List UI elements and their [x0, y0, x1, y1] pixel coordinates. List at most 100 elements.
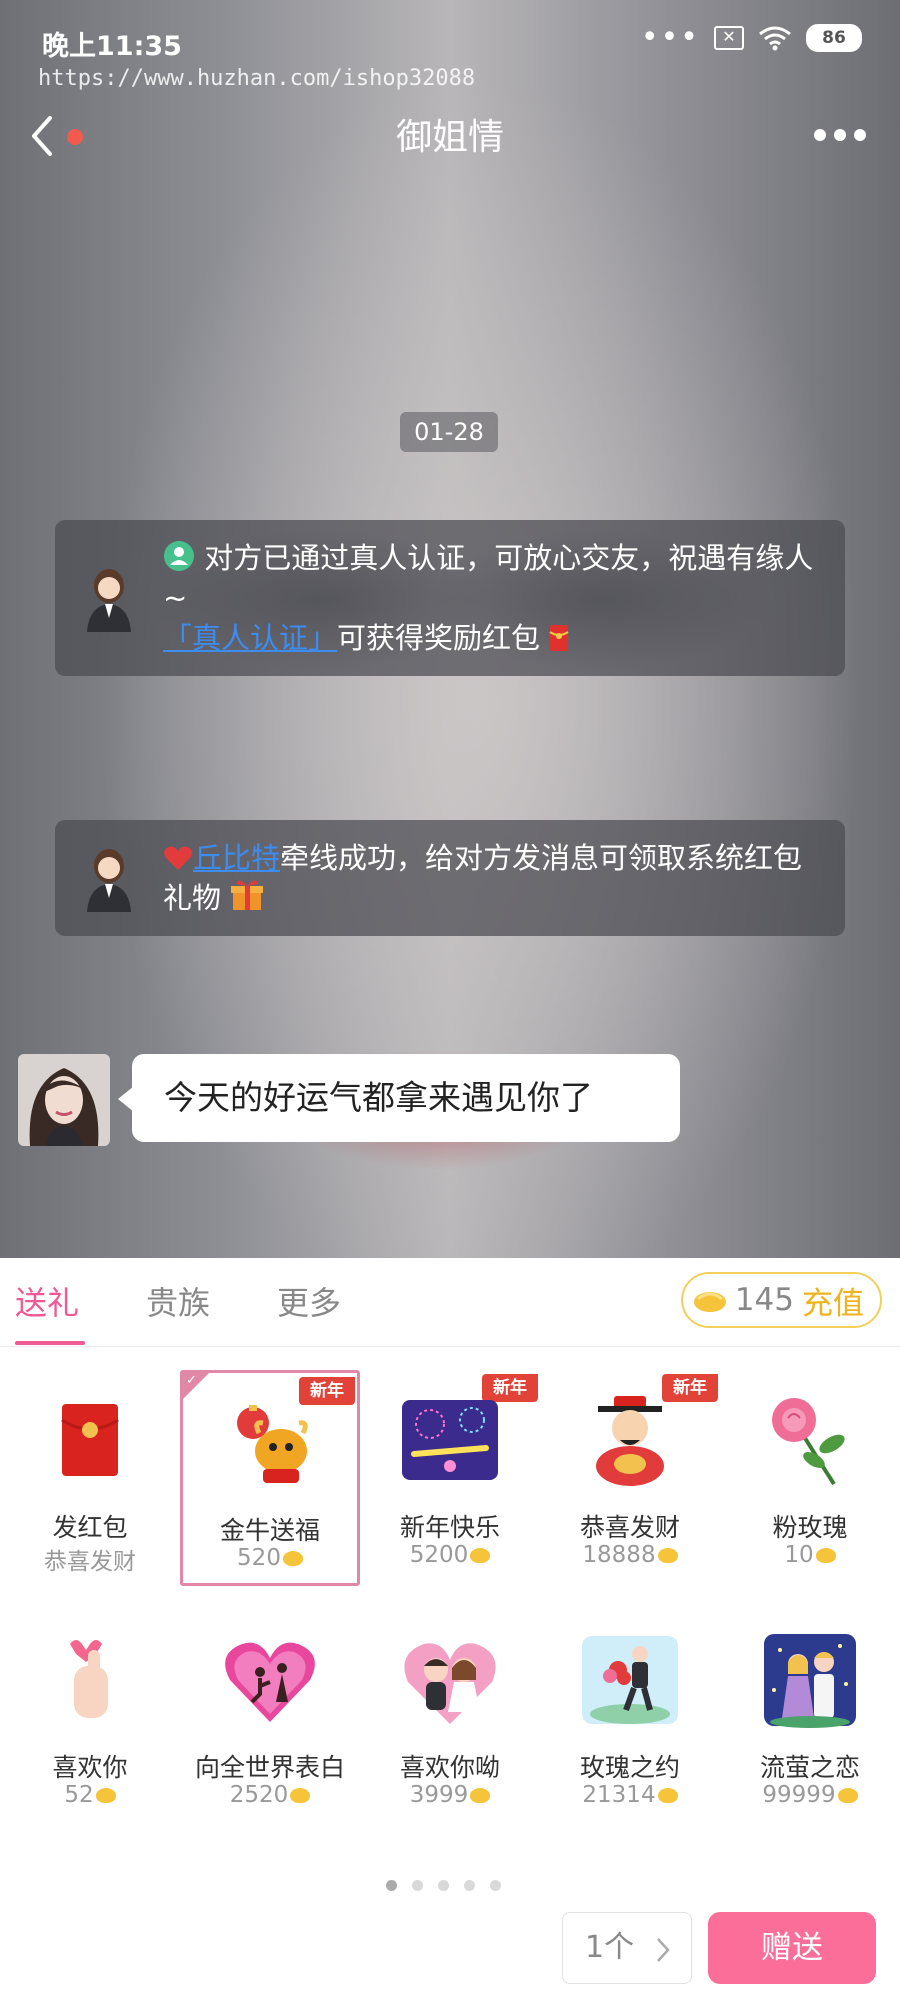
message-bubble[interactable]: 今天的好运气都拿来遇见你了 — [132, 1054, 680, 1142]
quantity-value: 1个 — [585, 1930, 635, 1965]
more-button[interactable] — [810, 112, 870, 158]
gift-name: 喜欢你 — [52, 1753, 128, 1782]
gift-item[interactable]: 流萤之恋 99999 — [720, 1610, 900, 1826]
unread-dot — [67, 129, 83, 145]
check-icon: ✓ — [186, 1373, 197, 1388]
gift-name: 向全世界表白 — [194, 1753, 345, 1782]
gift-price: 99999 — [720, 1782, 900, 1808]
gift-item[interactable]: 喜欢你呦 3999 — [360, 1610, 540, 1826]
page-title: 御姐情 — [395, 117, 504, 158]
gift-price: 恭喜发财 — [44, 1549, 136, 1575]
system-message-cupid: 丘比特牵线成功，给对方发消息可领取系统红包礼物 — [55, 820, 845, 936]
gift-price-value: 21314 — [582, 1782, 656, 1808]
firefly-couple-icon — [764, 1634, 856, 1728]
status-icons: ••• ✕ 86 — [640, 20, 862, 55]
red-envelope-icon — [549, 625, 569, 651]
signal-dots-icon: ••• — [640, 20, 700, 55]
battery-icon: 86 — [806, 24, 862, 52]
gift-price-value: 10 — [784, 1542, 814, 1568]
gift-price: 52 — [0, 1782, 180, 1808]
verified-person-icon — [164, 541, 194, 571]
gift-price-value: 2520 — [229, 1782, 289, 1808]
user-avatar-photo — [18, 1054, 110, 1146]
coin-icon — [657, 1548, 678, 1563]
gift-price: 21314 — [540, 1782, 720, 1808]
gift-name: 流萤之恋 — [759, 1753, 860, 1782]
gift-item[interactable]: 发红包 恭喜发财 — [0, 1370, 180, 1586]
gift-item[interactable]: 玫瑰之约 21314 — [540, 1610, 720, 1826]
quantity-select[interactable]: 1个 — [562, 1912, 692, 1984]
gift-name: 金牛送福 — [219, 1516, 320, 1545]
gift-item-selected[interactable]: ✓ 新年 金牛送福 520 — [180, 1370, 360, 1586]
gift-item[interactable]: 喜欢你 52 — [0, 1610, 180, 1826]
status-time: 晚上11:35 — [42, 31, 182, 62]
rose-proposal-icon — [582, 1636, 678, 1724]
gift-name: 粉玫瑰 — [772, 1513, 848, 1542]
coin-icon — [693, 1292, 726, 1312]
heart-proposal-icon — [225, 1642, 315, 1722]
gift-panel: 送礼 贵族 更多 145 充值 发红包 恭喜发财 ✓ 新年 金牛送福 520 新… — [0, 1258, 900, 2000]
page-dot[interactable] — [412, 1880, 423, 1891]
gift-price: 520 — [183, 1545, 357, 1571]
couple-heart-icon — [404, 1643, 496, 1724]
gift-box-icon — [231, 880, 264, 910]
nav-bar: 御姐情 — [0, 100, 900, 170]
avatar[interactable] — [18, 1054, 110, 1146]
gift-price: 2520 — [180, 1782, 360, 1808]
page-indicator — [386, 1880, 501, 1891]
coin-icon — [282, 1551, 303, 1566]
chevron-right-icon — [657, 1938, 670, 1962]
gift-price: 10 — [720, 1542, 900, 1568]
gift-item[interactable]: 新年 恭喜发财 18888 — [540, 1370, 720, 1586]
balance-value: 145 — [734, 1282, 794, 1318]
gift-price-value: 3999 — [409, 1782, 469, 1808]
red-envelope-icon — [61, 1404, 119, 1476]
gift-name: 喜欢你呦 — [399, 1753, 500, 1782]
fireworks-icon — [402, 1400, 498, 1480]
recharge-button[interactable]: 充值 — [802, 1278, 864, 1323]
gift-item[interactable]: 粉玫瑰 10 — [720, 1370, 900, 1586]
coin-icon — [815, 1548, 836, 1563]
system-avatar-icon — [87, 569, 131, 632]
more-dots-icon — [814, 129, 866, 141]
watermark-text: https://www.huzhan.com/ishop32088 — [38, 66, 476, 91]
tab-nobility[interactable]: 贵族 — [146, 1278, 210, 1324]
gift-item[interactable]: 新年 新年快乐 5200 — [360, 1370, 540, 1586]
status-bar: 晚上11:35 ••• ✕ 86 — [0, 18, 900, 66]
page-dot[interactable] — [386, 1880, 397, 1891]
heart-icon — [164, 846, 192, 870]
page-dot[interactable] — [438, 1880, 449, 1891]
coin-icon — [95, 1788, 116, 1803]
finger-heart-icon — [70, 1640, 108, 1718]
coin-icon — [837, 1788, 858, 1803]
gift-price: 3999 — [360, 1782, 540, 1808]
coin-icon — [657, 1788, 678, 1803]
cupid-link[interactable]: 丘比特 — [193, 841, 280, 875]
gift-price-value: 99999 — [762, 1782, 836, 1808]
verification-text: 对方已通过真人认证，可放心交友，祝遇有缘人~ — [163, 541, 814, 615]
gift-name: 恭喜发财 — [579, 1513, 680, 1542]
coin-icon — [290, 1788, 311, 1803]
wifi-icon — [759, 26, 791, 51]
verification-reward-text: 可获得奖励红包 — [337, 621, 541, 655]
coin-balance: 145 充值 — [680, 1272, 882, 1328]
gift-price-value: 18888 — [582, 1542, 656, 1568]
gift-name: 玫瑰之约 — [579, 1753, 680, 1782]
tab-more[interactable]: 更多 — [277, 1278, 341, 1324]
gift-item[interactable]: 向全世界表白 2520 — [180, 1610, 360, 1826]
real-person-verify-link[interactable]: 「真人认证」 — [163, 621, 337, 655]
active-tab-indicator — [15, 1341, 85, 1345]
send-gift-button[interactable]: 赠送 — [708, 1912, 876, 1984]
page-dot[interactable] — [490, 1880, 501, 1891]
god-of-wealth-icon — [596, 1396, 664, 1486]
gift-price: 5200 — [360, 1542, 540, 1568]
tab-send-gift[interactable]: 送礼 — [15, 1278, 79, 1324]
page-dot[interactable] — [464, 1880, 475, 1891]
pink-rose-icon — [772, 1398, 845, 1486]
gift-price-value: 520 — [237, 1545, 281, 1571]
no-sim-icon: ✕ — [714, 26, 744, 50]
gift-tab-bar: 送礼 贵族 更多 145 充值 — [0, 1258, 900, 1347]
gift-name: 发红包 — [52, 1513, 128, 1542]
coin-icon — [470, 1788, 491, 1803]
gift-price-value: 5200 — [409, 1542, 469, 1568]
